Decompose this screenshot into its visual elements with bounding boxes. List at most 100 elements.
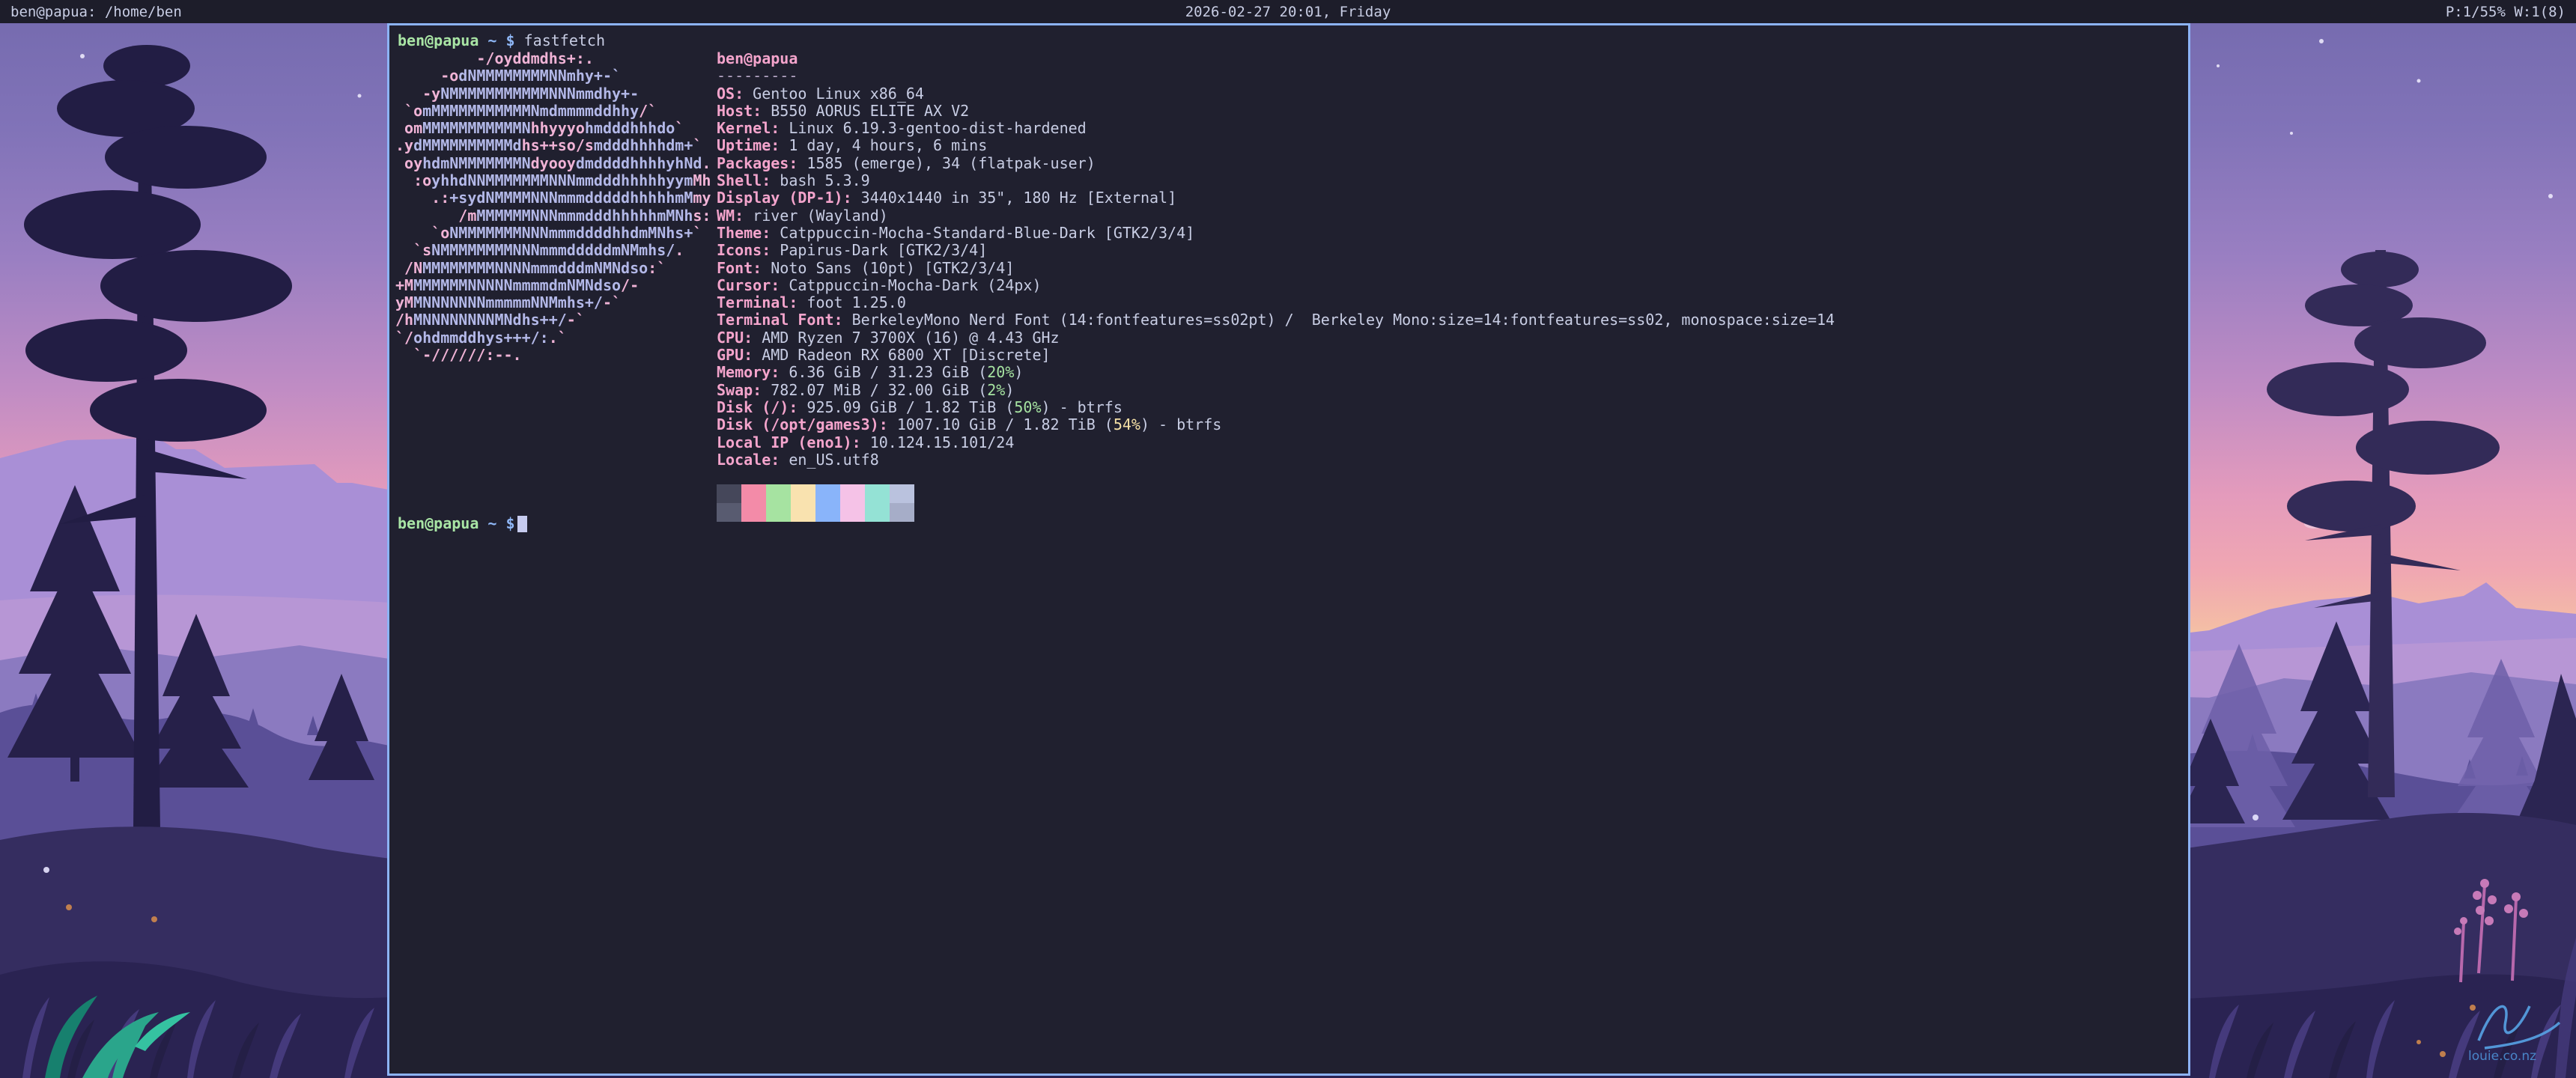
ascii-art-segment: NMMMMMMMNNNmmmddddhhdmMNhs+ bbox=[449, 224, 693, 242]
info-value: B550 AORUS ELITE AX V2 bbox=[771, 102, 969, 120]
fastfetch-info: ben@papua --------- OS: Gentoo Linux x86… bbox=[717, 50, 1835, 469]
info-value: 10.124.15.101/24 bbox=[870, 433, 1015, 451]
prompt-symbol: $ bbox=[506, 514, 515, 532]
palette-swatch bbox=[741, 503, 766, 522]
info-label: Terminal Font: bbox=[717, 311, 843, 329]
ascii-art-segment: /` bbox=[639, 102, 657, 120]
ascii-art-segment: :` bbox=[648, 259, 666, 277]
command-text: fastfetch bbox=[524, 31, 605, 49]
ascii-art-segment: MMMMMMMMMMMN bbox=[422, 119, 531, 137]
info-label: Local IP (eno1): bbox=[717, 433, 861, 451]
desktop: louie.co.nz ben@papua: /home/ben 2026-02… bbox=[0, 0, 2576, 1078]
status-bar: ben@papua: /home/ben 2026-02-27 20:01, F… bbox=[0, 0, 2576, 23]
ascii-art-segment: hmdddhhhdo bbox=[585, 119, 675, 137]
palette-swatch bbox=[791, 484, 815, 503]
info-value: 925.09 GiB / 1.82 TiB ( bbox=[806, 398, 1014, 416]
ascii-art-segment: NMMMMMMMMNNNmmmdddddmNMmhs/ bbox=[431, 241, 675, 259]
ascii-art-segment: MNNNNNNNmmmmmNNMmhs+/ bbox=[413, 293, 603, 311]
status-clock: 2026-02-27 20:01, Friday bbox=[862, 4, 1713, 20]
ascii-art-segment: `o bbox=[395, 224, 449, 242]
signature-text: louie.co.nz bbox=[2468, 1049, 2536, 1064]
info-label: GPU: bbox=[717, 346, 753, 364]
ascii-art-segment: hhyyyo bbox=[531, 119, 585, 137]
info-label: Theme: bbox=[717, 224, 771, 242]
shell-prompt-line: ben@papua ~ $ fastfetch bbox=[398, 32, 605, 49]
palette-swatch bbox=[766, 503, 791, 522]
info-value: 6.36 GiB / 31.23 GiB ( bbox=[789, 363, 987, 381]
ascii-art-segment: .: bbox=[395, 189, 449, 207]
info-separator: --------- bbox=[717, 67, 798, 85]
info-label: Shell: bbox=[717, 171, 771, 189]
info-value: Catppuccin-Mocha-Dark (24px) bbox=[789, 276, 1041, 294]
ascii-art-segment: -y bbox=[395, 85, 440, 103]
ascii-art-segment: . bbox=[675, 241, 684, 259]
palette-swatch bbox=[791, 503, 815, 522]
ascii-art-segment: mdddhhhhdm+ bbox=[594, 136, 693, 154]
terminal-color-palette bbox=[717, 484, 914, 522]
palette-swatch bbox=[840, 503, 865, 522]
ascii-art-segment: MNNNNNNNNMNdhs++/ bbox=[413, 311, 567, 329]
palette-swatch bbox=[717, 503, 741, 522]
info-value: ) - btrfs bbox=[1140, 415, 1221, 433]
ascii-art-segment: ` bbox=[693, 224, 702, 242]
info-value: Noto Sans (10pt) [GTK2/3/4] bbox=[771, 259, 1014, 277]
palette-swatch bbox=[766, 484, 791, 503]
status-workspace-indicator: P:1/55% W:1(8) bbox=[1714, 4, 2566, 20]
info-value: 1007.10 GiB / 1.82 TiB ( bbox=[897, 415, 1114, 433]
ascii-art-segment: /m bbox=[395, 207, 476, 225]
ascii-art-segment: yM bbox=[395, 293, 413, 311]
ascii-art-segment: my bbox=[693, 189, 711, 207]
info-value: Gentoo Linux x86_64 bbox=[753, 85, 924, 103]
info-label: Cursor: bbox=[717, 276, 780, 294]
palette-swatch bbox=[815, 503, 840, 522]
info-label: Packages: bbox=[717, 154, 798, 172]
palette-row bbox=[717, 503, 914, 522]
ascii-art-segment: /- bbox=[621, 276, 639, 294]
info-value: 54% bbox=[1114, 415, 1140, 433]
shell-prompt-active: ben@papua ~ $ bbox=[398, 515, 527, 533]
palette-swatch bbox=[717, 484, 741, 503]
ascii-art-segment: ohdmmddhys+++/: bbox=[413, 329, 549, 347]
ascii-art-segment: :o bbox=[395, 171, 431, 189]
info-value: 1 day, 4 hours, 6 mins bbox=[789, 136, 987, 154]
info-value: 782.07 MiB / 32.00 GiB ( bbox=[771, 381, 987, 399]
ascii-art-segment: -/oyddmdhs+:. bbox=[395, 49, 594, 67]
ascii-art-segment: -` bbox=[603, 293, 621, 311]
terminal-window[interactable]: ben@papua ~ $ fastfetch -/oyddmdhs+:. -o… bbox=[387, 23, 2190, 1076]
prompt-symbol: $ bbox=[506, 31, 515, 49]
terminal-cursor bbox=[517, 516, 527, 532]
info-value: foot 1.25.0 bbox=[806, 293, 905, 311]
ascii-art-segment: -` bbox=[567, 311, 585, 329]
info-value: BerkeleyMono Nerd Font (14:fontfeatures=… bbox=[852, 311, 1835, 329]
info-label: CPU: bbox=[717, 329, 753, 347]
palette-swatch bbox=[840, 484, 865, 503]
info-value: AMD Radeon RX 6800 XT [Discrete] bbox=[762, 346, 1050, 364]
info-value: Linux 6.19.3-gentoo-dist-hardened bbox=[789, 119, 1086, 137]
info-value: 1585 (emerge), 34 (flatpak-user) bbox=[806, 154, 1095, 172]
info-label: Kernel: bbox=[717, 119, 780, 137]
info-value: river (Wayland) bbox=[753, 207, 888, 225]
ascii-art-segment: dyooy bbox=[531, 154, 576, 172]
info-value: en_US.utf8 bbox=[789, 451, 878, 469]
info-value: AMD Ryzen 7 3700X (16) @ 4.43 GHz bbox=[762, 329, 1059, 347]
prompt-dir: ~ bbox=[487, 514, 496, 532]
ascii-art-segment: dMMMMMMMMMMd bbox=[413, 136, 522, 154]
info-value: Papirus-Dark [GTK2/3/4] bbox=[780, 241, 987, 259]
fastfetch-ascii-logo: -/oyddmdhs+:. -odNMMMMMMMMNNmhy+-` -yNMM… bbox=[395, 50, 711, 364]
info-value: ) bbox=[1005, 381, 1014, 399]
ascii-art-segment: oy bbox=[395, 154, 422, 172]
ascii-art-segment: .y bbox=[395, 136, 413, 154]
ascii-art-segment: MMMMMMMMNNNNmmmdddmNMNdso bbox=[422, 259, 648, 277]
status-host-path: ben@papua: /home/ben bbox=[10, 4, 862, 20]
ascii-art-segment: +sydNMMMMNNNmmmdddddhhhhhmM bbox=[449, 189, 693, 207]
ascii-art-segment: NMMMMMMMMMMMNNNmmdhy+- bbox=[440, 85, 639, 103]
ascii-art-segment: /h bbox=[395, 311, 413, 329]
ascii-art-segment: hdmNMMMMMMMN bbox=[422, 154, 531, 172]
ascii-art-segment: `o bbox=[395, 102, 422, 120]
palette-swatch bbox=[865, 484, 890, 503]
ascii-art-segment: s: bbox=[693, 207, 711, 225]
palette-row bbox=[717, 484, 914, 503]
ascii-art-segment: dNMMMMMMMMNNmhy+-` bbox=[458, 67, 621, 85]
info-value: 3440x1440 in 35", 180 Hz [External] bbox=[861, 189, 1176, 207]
ascii-art-segment: ` bbox=[675, 119, 684, 137]
